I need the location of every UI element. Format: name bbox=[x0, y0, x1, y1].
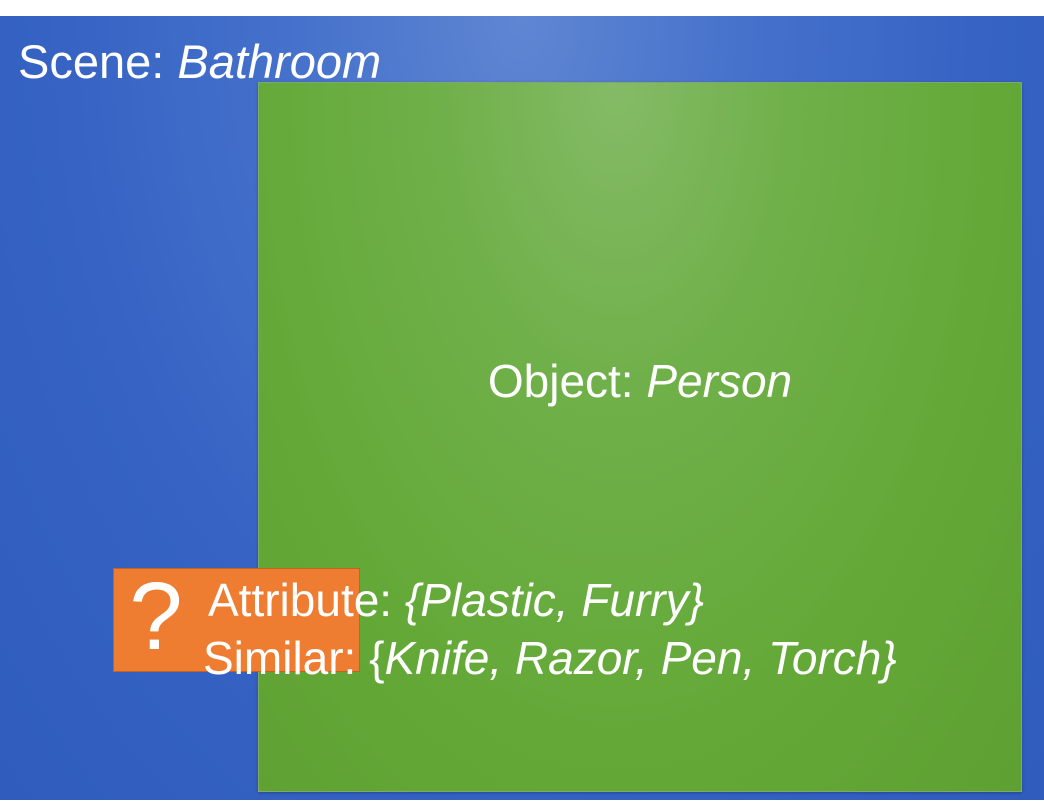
scene-label-value: Bathroom bbox=[177, 35, 382, 88]
attribute-label: Attribute: {Plastic, Furry} bbox=[208, 572, 704, 628]
object-label-prefix: Object: bbox=[487, 355, 647, 407]
similar-label: Similar: {Knife, Razor, Pen, Torch} bbox=[203, 630, 897, 686]
question-mark-icon: ? bbox=[129, 563, 183, 670]
object-label: Object: Person bbox=[259, 353, 1021, 409]
similar-label-prefix: Similar: { bbox=[203, 632, 385, 684]
attribute-label-prefix: Attribute: bbox=[208, 574, 405, 626]
object-label-value: Person bbox=[646, 355, 793, 407]
similar-label-value: Knife, Razor, Pen, Torch} bbox=[384, 632, 897, 684]
scene-label-prefix: Scene: bbox=[18, 35, 178, 88]
attribute-label-value: {Plastic, Furry} bbox=[404, 574, 704, 626]
diagram-canvas: Scene: Bathroom Object: Person ? Attribu… bbox=[0, 0, 1044, 806]
